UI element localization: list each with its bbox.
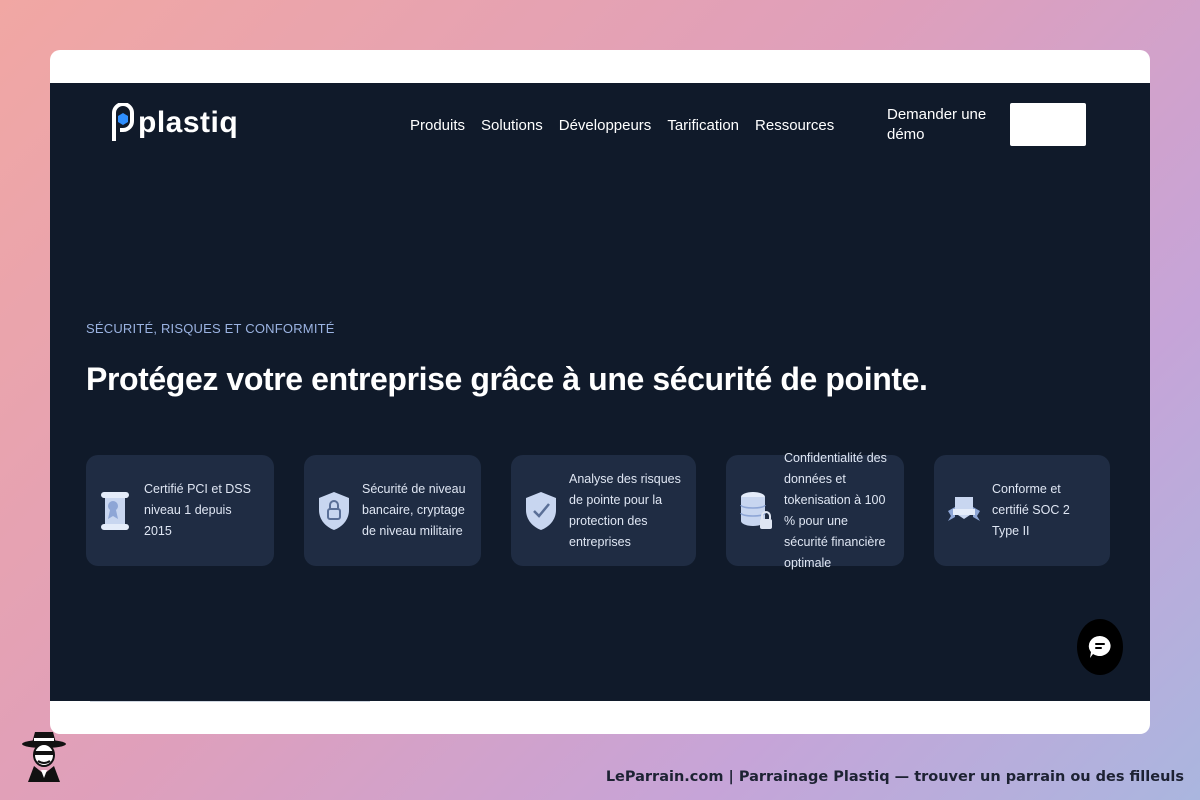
chat-bubble-icon	[1088, 635, 1111, 658]
main-nav: Produits Solutions Développeurs Tarifica…	[410, 117, 834, 134]
feature-card-banking: Sécurité de niveau bancaire, cryptage de…	[304, 455, 481, 566]
section-eyebrow: SÉCURITÉ, RISQUES ET CONFORMITÉ	[86, 321, 335, 336]
nav-link-produits[interactable]: Produits	[410, 117, 465, 134]
nav-link-ressources[interactable]: Ressources	[755, 117, 834, 134]
shield-lock-icon	[319, 491, 349, 530]
feature-card-pci: Certifié PCI et DSS niveau 1 depuis 2015	[86, 455, 274, 566]
plastiq-page: plastiq Produits Solutions Développeurs …	[50, 83, 1150, 701]
footer-caption: LeParrain.com | Parrainage Plastiq — tro…	[605, 769, 1184, 785]
logo[interactable]: plastiq	[110, 103, 238, 143]
feature-text: Conforme et certifié SOC 2 Type II	[992, 482, 1070, 538]
hero-headline: Protégez votre entreprise grâce à une sé…	[86, 361, 928, 397]
award-badge-icon	[948, 496, 980, 521]
divider	[90, 701, 370, 702]
request-demo-link[interactable]: Demander une démo	[887, 105, 987, 145]
top-navbar: plastiq Produits Solutions Développeurs …	[50, 83, 1150, 173]
nav-link-tarification[interactable]: Tarification	[667, 117, 739, 134]
brand-name: plastiq	[138, 106, 239, 139]
feature-text: Confidentialité des données et tokenisat…	[784, 450, 887, 570]
feature-card-soc2: Conforme et certifié SOC 2 Type II	[934, 455, 1110, 566]
feature-card-privacy: Confidentialité des données et tokenisat…	[726, 451, 904, 570]
nav-link-solutions[interactable]: Solutions	[481, 117, 543, 134]
feature-text: Sécurité de niveau bancaire, cryptage de…	[362, 482, 466, 538]
cta-button[interactable]	[1010, 103, 1086, 146]
certificate-scroll-icon	[101, 491, 129, 530]
nav-link-developpeurs[interactable]: Développeurs	[559, 117, 652, 134]
feature-text: Certifié PCI et DSS niveau 1 depuis 2015	[144, 482, 251, 538]
shield-check-icon	[526, 491, 556, 530]
feature-card-risk: Analyse des risques de pointe pour la pr…	[511, 455, 696, 566]
database-lock-icon	[740, 491, 772, 529]
browser-frame: plastiq Produits Solutions Développeurs …	[50, 50, 1150, 734]
chat-launcher-button[interactable]	[1077, 619, 1123, 675]
feature-text: Analyse des risques de pointe pour la pr…	[569, 471, 681, 549]
plastiq-logo-icon	[112, 103, 134, 141]
spy-mascot-icon	[22, 732, 66, 782]
